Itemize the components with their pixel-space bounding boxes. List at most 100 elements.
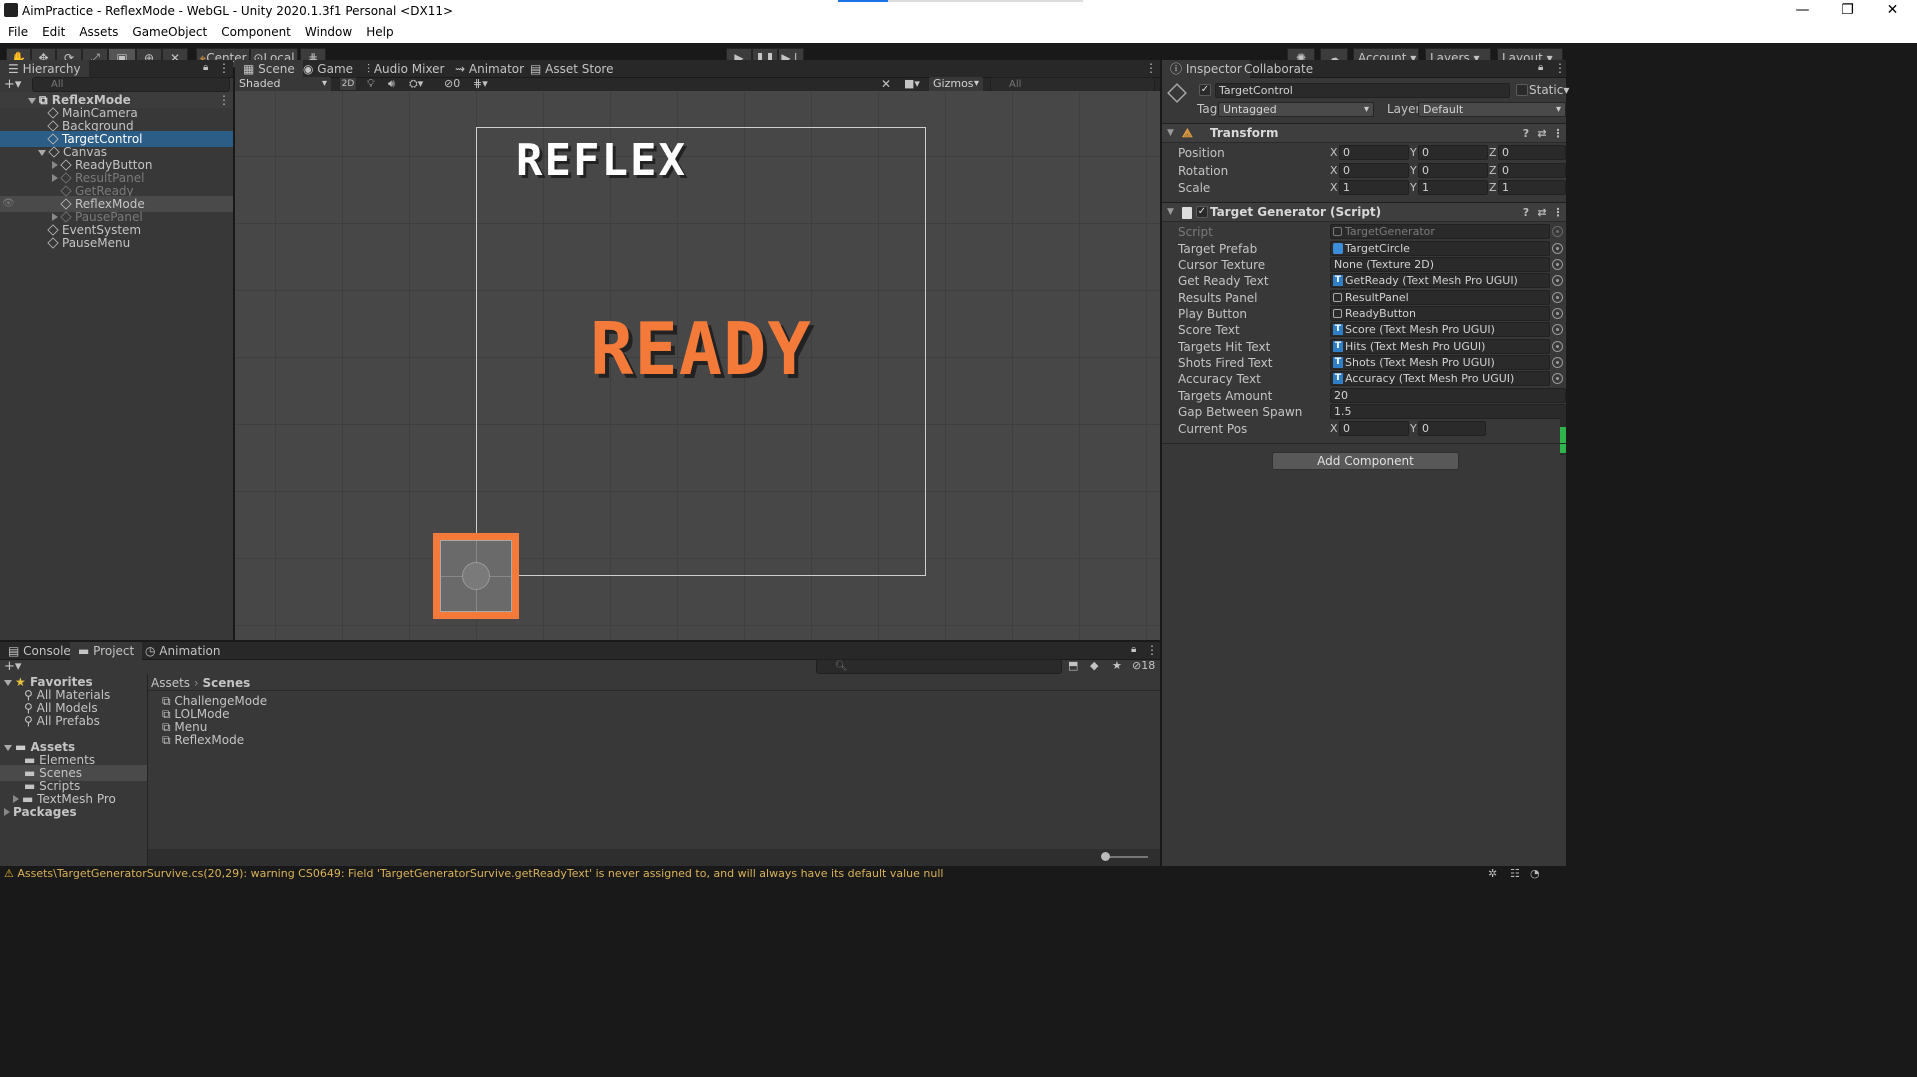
menu-gameobject[interactable]: GameObject	[124, 22, 213, 39]
hierarchy-search-input[interactable]: All	[32, 77, 230, 92]
transform-header[interactable]: ▼ ⟁ Transform ? ⇄ ⋮	[1162, 123, 1566, 143]
tree-item-pausemenu[interactable]: PauseMenu	[0, 235, 233, 251]
status-bar[interactable]: ⚠ Assets\TargetGeneratorSurvive.cs(20,29…	[0, 866, 1917, 882]
shading-dropdown[interactable]: Shaded	[235, 77, 331, 92]
active-checkbox[interactable]: ✓	[1199, 84, 1211, 96]
object-picker-icon[interactable]	[1552, 373, 1563, 384]
tab-animator[interactable]: ⇝ Animator	[447, 60, 532, 78]
component-enabled-checkbox[interactable]: ✓	[1196, 206, 1208, 218]
project-search-input[interactable]: 🔍︎	[816, 659, 1062, 674]
scale-y-field[interactable]: 1	[1418, 180, 1488, 195]
expand-arrow-icon[interactable]	[4, 745, 12, 751]
tag-dropdown[interactable]: Untagged	[1218, 102, 1374, 117]
tab-animation[interactable]: ◷ Animation	[137, 642, 228, 660]
expand-arrow-icon[interactable]	[4, 680, 12, 686]
expand-arrow-icon[interactable]	[38, 150, 46, 156]
menu-window[interactable]: Window	[297, 22, 358, 39]
object-picker-icon[interactable]	[1552, 275, 1563, 286]
tab-scene[interactable]: ▦ Scene	[235, 60, 303, 78]
panel-menu-icon[interactable]: ⋮	[1554, 61, 1566, 75]
lock-icon[interactable]: 🔒︎	[1131, 644, 1136, 655]
camera-icon[interactable]: ■▾	[904, 77, 920, 90]
object-picker-icon[interactable]	[1552, 324, 1563, 335]
object-picker-icon[interactable]	[1552, 243, 1563, 254]
add-object-button[interactable]: +▾	[4, 77, 21, 92]
static-dropdown[interactable]: Static▾	[1529, 83, 1569, 97]
breadcrumb-scenes[interactable]: Scenes	[203, 676, 251, 690]
foldout-arrow-icon[interactable]: ▼	[1167, 124, 1174, 143]
gizmos-dropdown[interactable]: Gizmos	[929, 77, 983, 92]
tab-hierarchy[interactable]: ☰ Hierarchy	[0, 60, 89, 78]
2d-toggle-button[interactable]: 2D	[339, 77, 357, 91]
score-text-field[interactable]: T Score (Text Mesh Pro UGUI)	[1330, 322, 1550, 337]
collapse-arrow-icon[interactable]	[13, 795, 19, 803]
tab-project[interactable]: ▬ Project	[70, 642, 143, 660]
foldout-arrow-icon[interactable]: ▼	[1167, 203, 1174, 222]
scene-search-input[interactable]: All	[990, 77, 1155, 92]
position-x-field[interactable]: 0	[1339, 145, 1409, 160]
target-control-gizmo[interactable]	[433, 533, 519, 619]
panel-menu-icon[interactable]: ⋮	[218, 61, 230, 75]
scene-viewport[interactable]: REFLEX READY	[235, 91, 1160, 640]
menu-assets[interactable]: Assets	[71, 22, 124, 39]
rotation-y-field[interactable]: 0	[1418, 163, 1488, 178]
lighting-icon[interactable]: 💡︎	[367, 77, 375, 91]
rotation-x-field[interactable]: 0	[1339, 163, 1409, 178]
object-picker-icon[interactable]	[1552, 308, 1563, 319]
add-component-button[interactable]: Add Component	[1272, 452, 1459, 470]
hidden-packages-icon[interactable]: ⊘18	[1132, 659, 1155, 672]
object-picker-icon[interactable]	[1552, 357, 1563, 368]
lock-icon[interactable]: 🔒︎	[203, 62, 208, 73]
object-picker-icon[interactable]	[1552, 292, 1563, 303]
preset-icon[interactable]: ⇄	[1536, 207, 1548, 219]
create-asset-button[interactable]: +▾	[4, 659, 21, 674]
lock-icon[interactable]: 🔒︎	[1538, 62, 1543, 73]
position-z-field[interactable]: 0	[1498, 145, 1566, 160]
tab-game[interactable]: ◉ Game	[295, 60, 361, 78]
collapse-arrow-icon[interactable]	[52, 174, 58, 182]
tab-console[interactable]: ▤ Console	[0, 642, 79, 660]
packages-row[interactable]: Packages	[0, 804, 147, 820]
panel-menu-icon[interactable]: ⋮	[1146, 643, 1158, 657]
breadcrumb-assets[interactable]: Assets	[151, 676, 190, 690]
component-menu-icon[interactable]: ⋮	[1552, 207, 1564, 219]
file-reflexmode[interactable]: ⧉ ReflexMode	[162, 732, 1160, 748]
help-icon[interactable]: ?	[1520, 128, 1532, 140]
layer-dropdown[interactable]: Default	[1418, 102, 1566, 117]
play-button-field[interactable]: ReadyButton	[1330, 306, 1550, 321]
object-picker-icon[interactable]	[1552, 341, 1563, 352]
grid-icon[interactable]: ⋕▾	[473, 77, 488, 90]
collapse-arrow-icon[interactable]	[52, 161, 58, 169]
menu-component[interactable]: Component	[213, 22, 297, 39]
target-prefab-field[interactable]: TargetCircle	[1330, 241, 1550, 256]
menu-help[interactable]: Help	[358, 22, 399, 39]
current-pos-x-field[interactable]: 0	[1339, 421, 1409, 436]
tools-icon[interactable]: ✕	[881, 77, 891, 91]
search-by-label-icon[interactable]: ◆	[1090, 659, 1098, 672]
rotation-z-field[interactable]: 0	[1498, 163, 1566, 178]
object-name-field[interactable]: TargetControl	[1215, 83, 1510, 98]
network-icon[interactable]: ☷	[1510, 866, 1520, 882]
tab-collaborate[interactable]: Collaborate	[1236, 60, 1321, 78]
shots-fired-text-field[interactable]: T Shots (Text Mesh Pro UGUI)	[1330, 355, 1550, 370]
close-window-button[interactable]: ✕	[1870, 0, 1915, 22]
maximize-button[interactable]: ❐	[1825, 0, 1870, 22]
tab-asset-store[interactable]: ▤ Asset Store	[522, 60, 622, 78]
static-checkbox[interactable]	[1516, 84, 1528, 96]
collapse-arrow-icon[interactable]	[52, 213, 58, 221]
debug-icon[interactable]: ✲	[1488, 866, 1497, 882]
menu-file[interactable]: File	[0, 22, 34, 39]
targets-hit-text-field[interactable]: T Hits (Text Mesh Pro UGUI)	[1330, 339, 1550, 354]
search-by-type-icon[interactable]: ⬒	[1068, 659, 1078, 672]
hidden-objects-icon[interactable]: ⊘0	[444, 77, 460, 90]
help-icon[interactable]: ?	[1520, 207, 1532, 219]
position-y-field[interactable]: 0	[1418, 145, 1488, 160]
collapse-arrow-icon[interactable]	[4, 808, 10, 816]
expand-arrow-icon[interactable]	[28, 98, 36, 104]
effects-icon[interactable]: ⛭▾	[409, 77, 423, 91]
current-pos-y-field[interactable]: 0	[1418, 421, 1486, 436]
slider-thumb[interactable]	[1101, 852, 1110, 861]
audio-icon[interactable]: 🔊︎	[388, 77, 395, 91]
menu-edit[interactable]: Edit	[34, 22, 71, 39]
gap-between-spawn-field[interactable]: 1.5	[1330, 404, 1566, 419]
